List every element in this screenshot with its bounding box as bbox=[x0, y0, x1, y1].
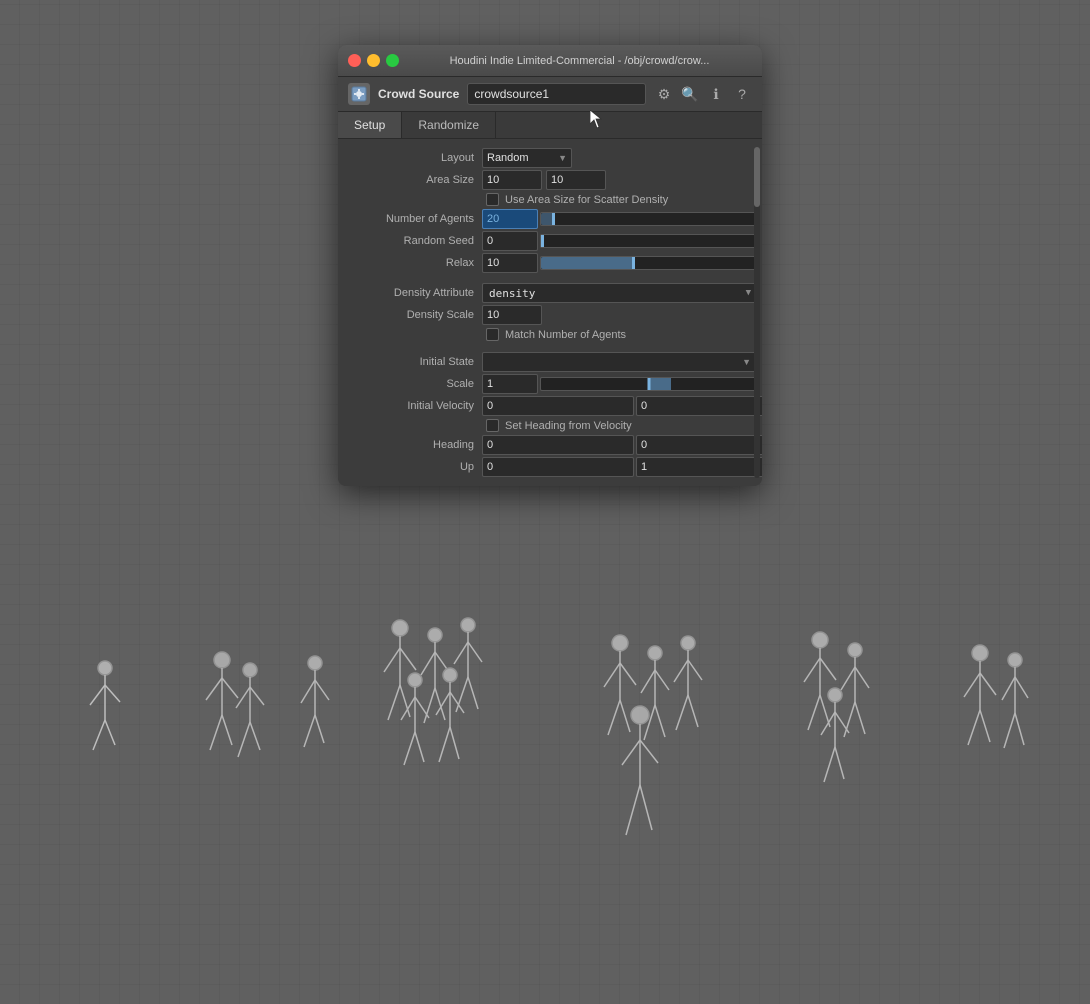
node-name-input[interactable] bbox=[467, 83, 646, 105]
window-title: Houdini Indie Limited-Commercial - /obj/… bbox=[407, 55, 752, 67]
density-dropdown-arrow: ▼ bbox=[746, 288, 751, 298]
area-size-x-input[interactable] bbox=[482, 170, 542, 190]
match-number-row: Match Number of Agents bbox=[338, 326, 762, 343]
area-size-controls bbox=[482, 170, 758, 190]
3d-figures bbox=[0, 600, 1090, 1000]
scale-controls bbox=[482, 374, 758, 394]
set-heading-checkbox[interactable] bbox=[486, 419, 499, 432]
state-dropdown-arrow: ▼ bbox=[742, 357, 751, 367]
titlebar: Houdini Indie Limited-Commercial - /obj/… bbox=[338, 45, 762, 77]
density-attr-label: Density Attribute bbox=[342, 287, 482, 299]
density-attr-row: Density Attribute density ▼ bbox=[338, 282, 762, 304]
heading-x-input[interactable] bbox=[482, 435, 634, 455]
initial-velocity-label: Initial Velocity bbox=[342, 400, 482, 412]
relax-row: Relax bbox=[338, 252, 762, 274]
tab-setup[interactable]: Setup bbox=[338, 112, 402, 138]
match-number-label: Match Number of Agents bbox=[505, 329, 626, 341]
minimize-button[interactable] bbox=[367, 54, 380, 67]
use-area-size-label: Use Area Size for Scatter Density bbox=[505, 194, 668, 206]
up-row: Up bbox=[338, 456, 762, 478]
random-seed-slider[interactable] bbox=[540, 234, 758, 248]
tabs: Setup Randomize bbox=[338, 112, 762, 139]
density-attr-dropdown[interactable]: density ▼ bbox=[482, 283, 758, 303]
up-label: Up bbox=[342, 461, 482, 473]
layout-row: Layout Random ▼ bbox=[338, 147, 762, 169]
up-y-input[interactable] bbox=[636, 457, 762, 477]
random-seed-input[interactable] bbox=[482, 231, 538, 251]
heading-y-input[interactable] bbox=[636, 435, 762, 455]
density-scale-label: Density Scale bbox=[342, 309, 482, 321]
scale-input[interactable] bbox=[482, 374, 538, 394]
node-header: Crowd Source ⚙ 🔍 ℹ ? bbox=[338, 77, 762, 112]
relax-controls bbox=[482, 253, 758, 273]
initial-velocity-row: Initial Velocity bbox=[338, 395, 762, 417]
scale-slider[interactable] bbox=[540, 377, 758, 391]
relax-label: Relax bbox=[342, 257, 482, 269]
scrollbar[interactable] bbox=[754, 147, 760, 478]
num-agents-label: Number of Agents bbox=[342, 213, 482, 225]
velocity-y-input[interactable] bbox=[636, 396, 762, 416]
layout-controls: Random ▼ bbox=[482, 148, 758, 168]
panel: Houdini Indie Limited-Commercial - /obj/… bbox=[338, 45, 762, 486]
gear-icon-button[interactable]: ⚙ bbox=[654, 84, 674, 104]
layout-dropdown-arrow: ▼ bbox=[558, 153, 567, 163]
area-size-row: Area Size bbox=[338, 169, 762, 191]
num-agents-slider[interactable] bbox=[540, 212, 758, 226]
help-icon-button[interactable]: ? bbox=[732, 84, 752, 104]
num-agents-controls bbox=[482, 209, 758, 229]
search-icon-button[interactable]: 🔍 bbox=[680, 84, 700, 104]
close-button[interactable] bbox=[348, 54, 361, 67]
initial-state-label: Initial State bbox=[342, 356, 482, 368]
relax-input[interactable] bbox=[482, 253, 538, 273]
initial-velocity-controls bbox=[482, 396, 762, 416]
scroll-thumb[interactable] bbox=[754, 147, 760, 207]
initial-state-row: Initial State ▼ bbox=[338, 351, 762, 373]
relax-slider[interactable] bbox=[540, 256, 758, 270]
up-controls bbox=[482, 457, 762, 477]
set-heading-row: Set Heading from Velocity bbox=[338, 417, 762, 434]
tab-randomize[interactable]: Randomize bbox=[402, 112, 496, 138]
traffic-lights bbox=[348, 54, 399, 67]
random-seed-controls bbox=[482, 231, 758, 251]
area-size-y-input[interactable] bbox=[546, 170, 606, 190]
random-seed-row: Random Seed bbox=[338, 230, 762, 252]
use-area-size-row: Use Area Size for Scatter Density bbox=[338, 191, 762, 208]
random-seed-label: Random Seed bbox=[342, 235, 482, 247]
spacer-1 bbox=[338, 274, 762, 282]
content-area: Layout Random ▼ Area Size Use Area Size … bbox=[338, 139, 762, 486]
scale-label: Scale bbox=[342, 378, 482, 390]
initial-state-dropdown[interactable]: ▼ bbox=[482, 352, 758, 372]
layout-label: Layout bbox=[342, 152, 482, 164]
velocity-x-input[interactable] bbox=[482, 396, 634, 416]
header-icons: ⚙ 🔍 ℹ ? bbox=[654, 84, 752, 104]
maximize-button[interactable] bbox=[386, 54, 399, 67]
density-scale-input[interactable] bbox=[482, 305, 542, 325]
initial-state-controls: ▼ bbox=[482, 352, 758, 372]
set-heading-label: Set Heading from Velocity bbox=[505, 420, 632, 432]
area-size-label: Area Size bbox=[342, 174, 482, 186]
layout-dropdown[interactable]: Random ▼ bbox=[482, 148, 572, 168]
num-agents-row: Number of Agents bbox=[338, 208, 762, 230]
heading-controls bbox=[482, 435, 762, 455]
match-number-checkbox[interactable] bbox=[486, 328, 499, 341]
scale-row: Scale bbox=[338, 373, 762, 395]
heading-row: Heading bbox=[338, 434, 762, 456]
density-scale-controls bbox=[482, 305, 758, 325]
density-attr-controls: density ▼ bbox=[482, 283, 758, 303]
spacer-2 bbox=[338, 343, 762, 351]
num-agents-input[interactable] bbox=[482, 209, 538, 229]
info-icon-button[interactable]: ℹ bbox=[706, 84, 726, 104]
density-scale-row: Density Scale bbox=[338, 304, 762, 326]
node-type-label: Crowd Source bbox=[378, 87, 459, 101]
use-area-size-checkbox[interactable] bbox=[486, 193, 499, 206]
node-icon bbox=[348, 83, 370, 105]
heading-label: Heading bbox=[342, 439, 482, 451]
up-x-input[interactable] bbox=[482, 457, 634, 477]
